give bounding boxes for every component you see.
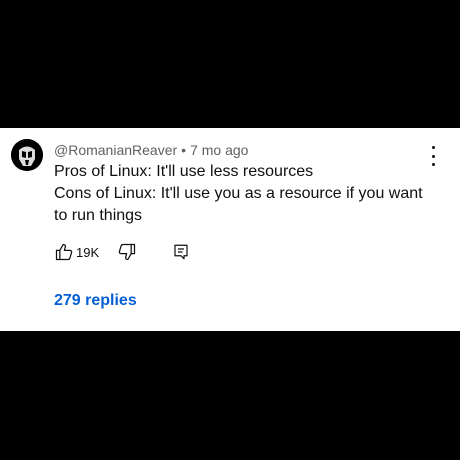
bottom-black-bar bbox=[0, 331, 460, 460]
thumbs-up-icon bbox=[55, 243, 73, 261]
kebab-dot bbox=[431, 163, 435, 166]
kebab-menu-icon[interactable] bbox=[424, 146, 442, 166]
like-button[interactable] bbox=[54, 242, 74, 262]
top-black-bar bbox=[0, 0, 460, 128]
dislike-button[interactable] bbox=[117, 242, 137, 262]
author-name[interactable]: @RomanianReaver bbox=[54, 142, 177, 158]
comment-meta: @RomanianReaver • 7 mo ago bbox=[54, 141, 248, 159]
comment-text: Pros of Linux: It'll use less resources … bbox=[54, 161, 424, 227]
view-replies-link[interactable]: 279 replies bbox=[54, 291, 137, 311]
kebab-dot bbox=[431, 146, 435, 149]
author-avatar[interactable] bbox=[11, 139, 43, 171]
kebab-dot bbox=[431, 154, 435, 158]
meta-separator: • bbox=[181, 142, 187, 158]
like-count: 19K bbox=[76, 245, 100, 260]
helmet-avatar-icon bbox=[11, 139, 43, 171]
comment-line: Pros of Linux: It'll use less resources bbox=[54, 163, 314, 180]
comment-line: to run things bbox=[54, 207, 143, 224]
reply-button[interactable] bbox=[172, 243, 190, 261]
reply-icon bbox=[174, 244, 188, 260]
comment-actions: 19K bbox=[54, 242, 214, 266]
comment-card: @RomanianReaver • 7 mo ago Pros of Linux: … bbox=[0, 128, 460, 331]
comment-time[interactable]: 7 mo ago bbox=[190, 142, 248, 158]
comment-line: Cons of Linux: It'll use you as a resour… bbox=[54, 185, 423, 202]
thumbs-down-icon bbox=[118, 243, 136, 261]
